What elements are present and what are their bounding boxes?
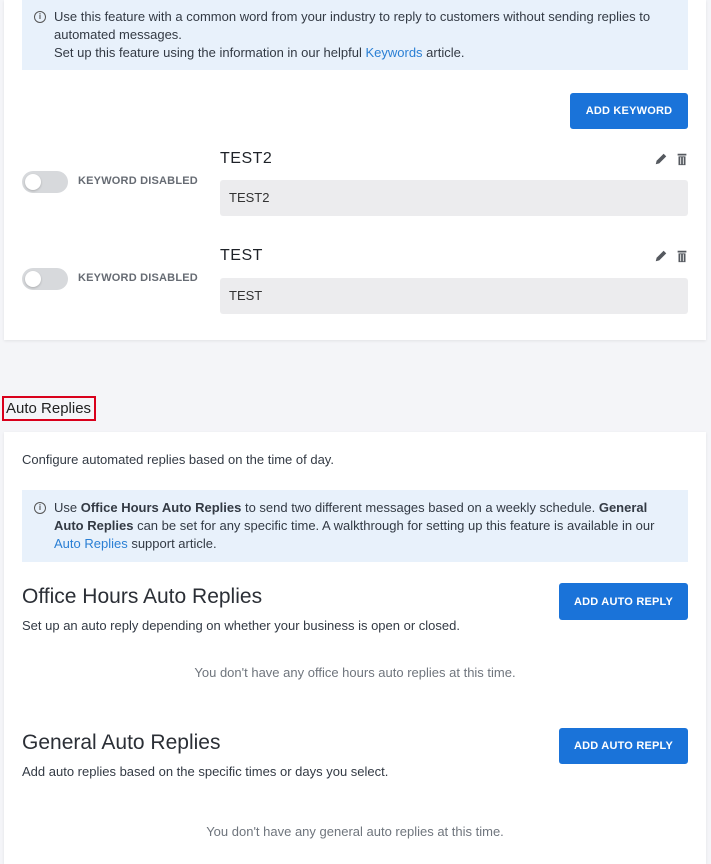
keywords-article-link[interactable]: Keywords (365, 45, 422, 60)
keyword-toggle-label: KEYWORD DISABLED (78, 272, 198, 284)
keyword-toggle[interactable] (22, 171, 68, 193)
auto-replies-article-link[interactable]: Auto Replies (54, 536, 128, 551)
keyword-value: TEST (220, 278, 688, 314)
trash-icon[interactable] (675, 249, 689, 263)
keywords-card: i Use this feature with a common word fr… (4, 0, 706, 340)
auto-replies-section-title: Auto Replies (2, 396, 97, 421)
toggle-knob (25, 174, 41, 190)
keywords-info-line2: Set up this feature using the informatio… (54, 45, 465, 60)
add-keyword-button[interactable]: ADD KEYWORD (570, 93, 688, 129)
keyword-title: TEST (220, 247, 263, 264)
office-hours-title: Office Hours Auto Replies (22, 585, 263, 608)
general-subtitle: Add auto replies based on the specific t… (22, 764, 389, 779)
info-icon: i (34, 11, 46, 23)
pencil-icon[interactable] (654, 249, 668, 263)
general-empty-state: You don't have any general auto replies … (206, 824, 504, 839)
auto-replies-info-banner: i Use Office Hours Auto Replies to send … (22, 490, 688, 562)
keywords-info-line1: Use this feature with a common word from… (54, 9, 651, 42)
keyword-value: TEST2 (220, 180, 688, 216)
keywords-info-banner: i Use this feature with a common word fr… (22, 0, 688, 70)
office-hours-subtitle: Set up an auto reply depending on whethe… (22, 618, 460, 633)
keyword-toggle-label: KEYWORD DISABLED (78, 175, 198, 187)
add-general-auto-reply-button[interactable]: ADD AUTO REPLY (559, 728, 688, 764)
toggle-knob (25, 271, 41, 287)
pencil-icon[interactable] (654, 152, 668, 166)
general-title: General Auto Replies (22, 731, 221, 754)
keyword-title: TEST2 (220, 150, 273, 167)
add-office-hours-auto-reply-button[interactable]: ADD AUTO REPLY (559, 583, 688, 620)
office-hours-empty-state: You don't have any office hours auto rep… (194, 665, 516, 680)
trash-icon[interactable] (675, 152, 689, 166)
keyword-toggle[interactable] (22, 268, 68, 290)
auto-replies-description: Configure automated replies based on the… (22, 452, 334, 467)
info-icon: i (34, 502, 46, 514)
auto-replies-card: Configure automated replies based on the… (4, 432, 706, 864)
